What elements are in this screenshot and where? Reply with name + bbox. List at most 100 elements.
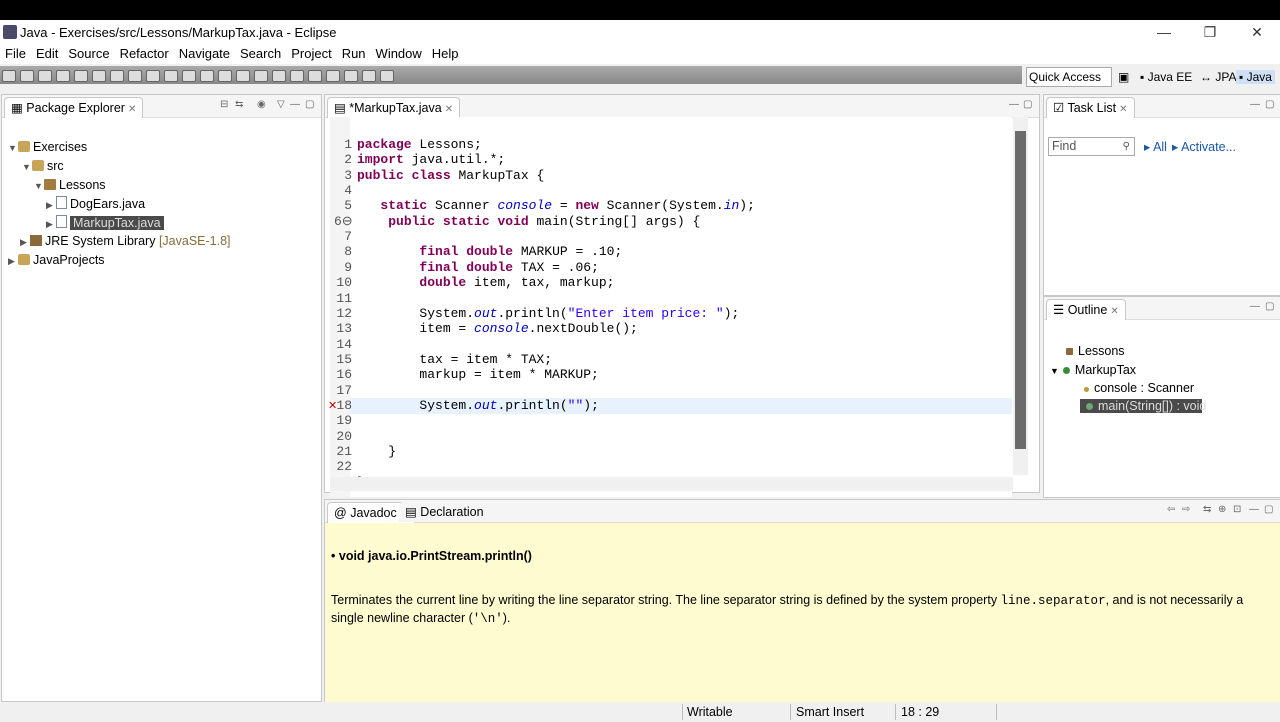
code-editor[interactable]: 123456⊖7891011121314151617181920212223 p…	[328, 117, 1012, 497]
menu-window[interactable]: Window	[371, 44, 427, 64]
code-line[interactable]: public static void main(String[] args) {	[357, 214, 700, 229]
open-browser-icon[interactable]: ⊕	[1218, 504, 1226, 515]
new-class-icon[interactable]	[218, 70, 232, 82]
code-line[interactable]: }	[357, 444, 396, 459]
task-find-input[interactable]: Find ⚲	[1048, 137, 1135, 156]
collapse-all-icon[interactable]: ⊟	[220, 99, 228, 110]
open-type-icon[interactable]	[236, 70, 250, 82]
code-line[interactable]: final double MARKUP = .10;	[357, 244, 622, 259]
close-tab-icon[interactable]: ✕	[445, 104, 453, 115]
code-line[interactable]: markup = item * MARKUP;	[357, 367, 598, 382]
menu-source[interactable]: Source	[63, 44, 114, 64]
back-icon[interactable]	[344, 70, 358, 82]
code-line[interactable]: static Scanner console = new Scanner(Sys…	[357, 198, 755, 213]
code-line[interactable]: System.out.println("");	[357, 398, 598, 413]
print-icon[interactable]	[56, 70, 70, 82]
save-all-icon[interactable]	[38, 70, 52, 82]
perspective-jpa[interactable]: ↔ JPA	[1200, 70, 1236, 84]
tree-item-lessons[interactable]: ▼ Lessons	[34, 178, 106, 192]
back-icon[interactable]: ⇦	[1167, 504, 1175, 515]
minimize-view-icon[interactable]: —	[1250, 99, 1260, 110]
task-filter-all[interactable]: ▸ All	[1144, 139, 1167, 154]
close-button[interactable]: ✕	[1234, 20, 1280, 44]
chevron-down-icon[interactable]: ▼	[22, 162, 32, 172]
code-line[interactable]: public class MarkupTax {	[357, 168, 544, 183]
maximize-view-icon[interactable]: ▢	[1023, 99, 1032, 110]
minimize-view-icon[interactable]: —	[1249, 504, 1259, 515]
link-icon[interactable]: ⇆	[1203, 504, 1211, 515]
minimize-view-icon[interactable]: —	[1250, 301, 1260, 312]
tab-task-list[interactable]: ☑ Task List ✕	[1046, 97, 1135, 118]
chevron-down-icon[interactable]: ▼	[1050, 366, 1059, 376]
open-perspective-icon[interactable]: ▣	[1118, 70, 1129, 84]
editor-horizontal-scrollbar[interactable]	[330, 477, 1013, 491]
task-activate-link[interactable]: ▸ Activate...	[1172, 139, 1236, 154]
close-tab-icon[interactable]: ✕	[128, 104, 136, 115]
forward-icon[interactable]	[362, 70, 376, 82]
maximize-view-icon[interactable]: ▢	[305, 99, 314, 110]
chevron-right-icon[interactable]: ▶	[20, 237, 30, 248]
focus-icon[interactable]: ◉	[257, 99, 266, 110]
annotation-prev-icon[interactable]	[308, 70, 322, 82]
close-tab-icon[interactable]: ✕	[1110, 306, 1118, 317]
new-java-project-icon[interactable]	[182, 70, 196, 82]
restore-button[interactable]: ❐	[1187, 20, 1233, 44]
menu-help[interactable]: Help	[427, 44, 464, 64]
coverage-icon[interactable]	[146, 70, 160, 82]
menu-run[interactable]: Run	[337, 44, 371, 64]
tab-declaration[interactable]: ▤ Declaration	[399, 502, 490, 522]
menu-edit[interactable]: Edit	[31, 44, 63, 64]
error-marker-icon[interactable]: ✕	[328, 399, 337, 413]
tab-package-explorer[interactable]: ▦ Package Explorer ✕	[4, 97, 144, 118]
outline-package[interactable]: Lessons	[1066, 344, 1125, 358]
save-icon[interactable]	[20, 70, 34, 82]
code-line[interactable]: item = console.nextDouble();	[357, 321, 637, 336]
tree-item-javaprojects[interactable]: ▶ JavaProjects	[8, 253, 105, 267]
maximize-view-icon[interactable]: ▢	[1265, 99, 1274, 110]
chevron-right-icon[interactable]: ▶	[46, 200, 56, 211]
editor-vertical-scrollbar[interactable]	[1013, 117, 1028, 475]
new-package-icon[interactable]	[200, 70, 214, 82]
menu-search[interactable]: Search	[235, 44, 286, 64]
code-line[interactable]: System.out.println("Enter item price: ")…	[357, 306, 739, 321]
debug-icon[interactable]	[92, 70, 106, 82]
chevron-right-icon[interactable]: ▶	[8, 256, 18, 267]
scroll-thumb[interactable]	[1015, 131, 1026, 449]
open-declaration-icon[interactable]: ⊡	[1233, 504, 1241, 515]
run-icon[interactable]	[164, 70, 178, 82]
chevron-down-icon[interactable]: ▼	[8, 143, 18, 153]
skip-breakpoints-icon[interactable]	[110, 70, 124, 82]
code-line[interactable]: final double TAX = .06;	[357, 260, 598, 275]
maximize-view-icon[interactable]: ▢	[1264, 504, 1273, 515]
chevron-right-icon[interactable]: ▶	[46, 219, 56, 230]
minimize-view-icon[interactable]: —	[1009, 99, 1019, 110]
outline-field-console[interactable]: console : Scanner	[1084, 381, 1194, 395]
minimize-view-icon[interactable]: —	[290, 99, 300, 110]
perspective-java[interactable]: ▪ Java	[1236, 70, 1275, 84]
annotation-next-icon[interactable]	[290, 70, 304, 82]
maximize-view-icon[interactable]: ▢	[1265, 301, 1274, 312]
code-line[interactable]: package Lessons;	[357, 137, 482, 152]
menu-project[interactable]: Project	[286, 44, 336, 64]
search-icon[interactable]	[272, 70, 286, 82]
forward-icon[interactable]: ⇨	[1182, 504, 1190, 515]
tree-item-dogears[interactable]: ▶ DogEars.java	[46, 196, 145, 211]
last-edit-icon[interactable]	[326, 70, 340, 82]
minimize-button[interactable]: —	[1141, 20, 1187, 44]
menu-navigate[interactable]: Navigate	[174, 44, 235, 64]
menu-refactor[interactable]: Refactor	[115, 44, 174, 64]
open-task-icon[interactable]	[254, 70, 268, 82]
menu-file[interactable]: File	[0, 44, 31, 64]
perspective-java-ee[interactable]: ▪ Java EE	[1140, 70, 1192, 84]
external-tools-icon[interactable]	[128, 70, 142, 82]
close-tab-icon[interactable]: ✕	[1119, 104, 1127, 115]
outline-method-main[interactable]: main(String[]) : void	[1080, 399, 1206, 413]
quick-access-input[interactable]: Quick Access	[1026, 67, 1112, 87]
tree-item-exercises[interactable]: ▼ Exercises	[8, 140, 87, 154]
code-line[interactable]: tax = item * TAX;	[357, 352, 552, 367]
tree-item-jre-library[interactable]: ▶ JRE System Library [JavaSE-1.8]	[20, 234, 231, 248]
toggle-mark-icon[interactable]	[74, 70, 88, 82]
new-icon[interactable]	[2, 70, 16, 82]
tree-item-src[interactable]: ▼ src	[22, 159, 64, 173]
link-editor-icon[interactable]: ⇆	[235, 99, 243, 110]
